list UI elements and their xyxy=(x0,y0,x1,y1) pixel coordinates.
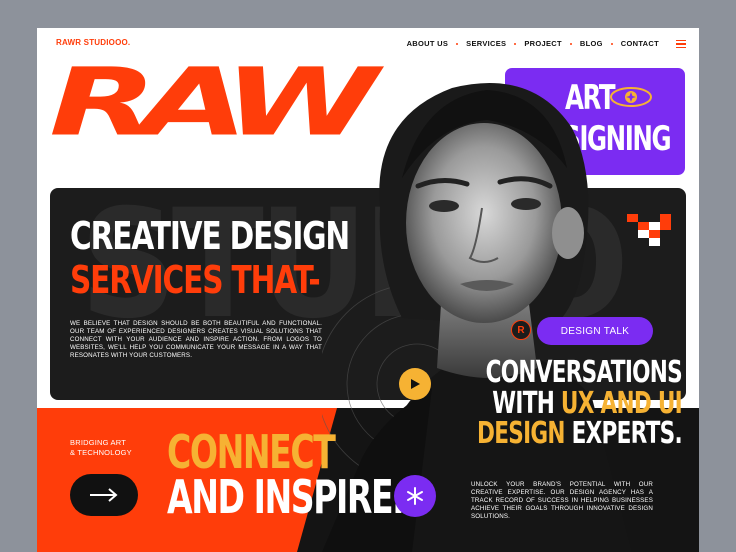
nav-blog[interactable]: BLOG xyxy=(580,39,603,48)
nav-services[interactable]: SERVICES xyxy=(466,39,506,48)
play-icon xyxy=(411,379,420,389)
connect-heading: CONNECT AND INSPIRE. xyxy=(167,425,405,525)
agency-description: UNLOCK YOUR BRAND'S POTENTIAL WITH OUR C… xyxy=(471,481,653,521)
conversations-heading: CONVERSATIONS WITH UX AND UI DESIGN EXPE… xyxy=(477,357,683,452)
connect-line: CONNECT xyxy=(167,425,336,479)
asterisk-icon xyxy=(407,487,423,505)
conv-line-3a: DESIGN xyxy=(477,416,565,452)
arrow-right-icon xyxy=(90,488,118,502)
services-description: WE BELIEVE THAT DESIGN SHOULD BE BOTH BE… xyxy=(70,320,322,360)
inspire-line: AND INSPIRE. xyxy=(167,470,405,525)
design-talk-button[interactable]: DESIGN TALK xyxy=(537,317,653,345)
bridging-text: BRIDGING ART & TECHNOLOGY xyxy=(70,438,132,457)
headline-primary: CREATIVE DESIGN xyxy=(70,214,350,258)
nav-about-us[interactable]: ABOUT US xyxy=(407,39,449,48)
play-button[interactable] xyxy=(399,368,431,400)
nav-separator-dot xyxy=(569,42,572,45)
nav-separator-dot xyxy=(514,42,517,45)
site-logo[interactable]: RAWR STUDIOOO. xyxy=(56,38,130,47)
logo-label: RAWR STUDIOOO. xyxy=(56,38,131,47)
hamburger-icon[interactable] xyxy=(676,40,686,48)
pixel-heart-icon xyxy=(627,214,671,246)
headline-secondary: SERVICES THAT- xyxy=(70,258,321,302)
landing-page: RAWR STUDIOOO. ABOUT US SERVICES PROJECT… xyxy=(37,28,699,552)
nav-contact[interactable]: CONTACT xyxy=(621,39,659,48)
next-arrow-button[interactable] xyxy=(70,474,138,516)
nav-separator-dot xyxy=(456,42,459,45)
bridging-tagline: BRIDGING ART & TECHNOLOGY xyxy=(70,438,132,458)
nav-separator-dot xyxy=(610,42,613,45)
conv-line-3b: EXPERTS. xyxy=(564,416,683,452)
top-nav: ABOUT US SERVICES PROJECT BLOG CONTACT xyxy=(407,39,659,48)
asterisk-button[interactable] xyxy=(394,475,436,517)
registered-badge-icon: R xyxy=(511,320,531,340)
hero-big-word: RAW xyxy=(49,47,378,157)
nav-project[interactable]: PROJECT xyxy=(524,39,562,48)
